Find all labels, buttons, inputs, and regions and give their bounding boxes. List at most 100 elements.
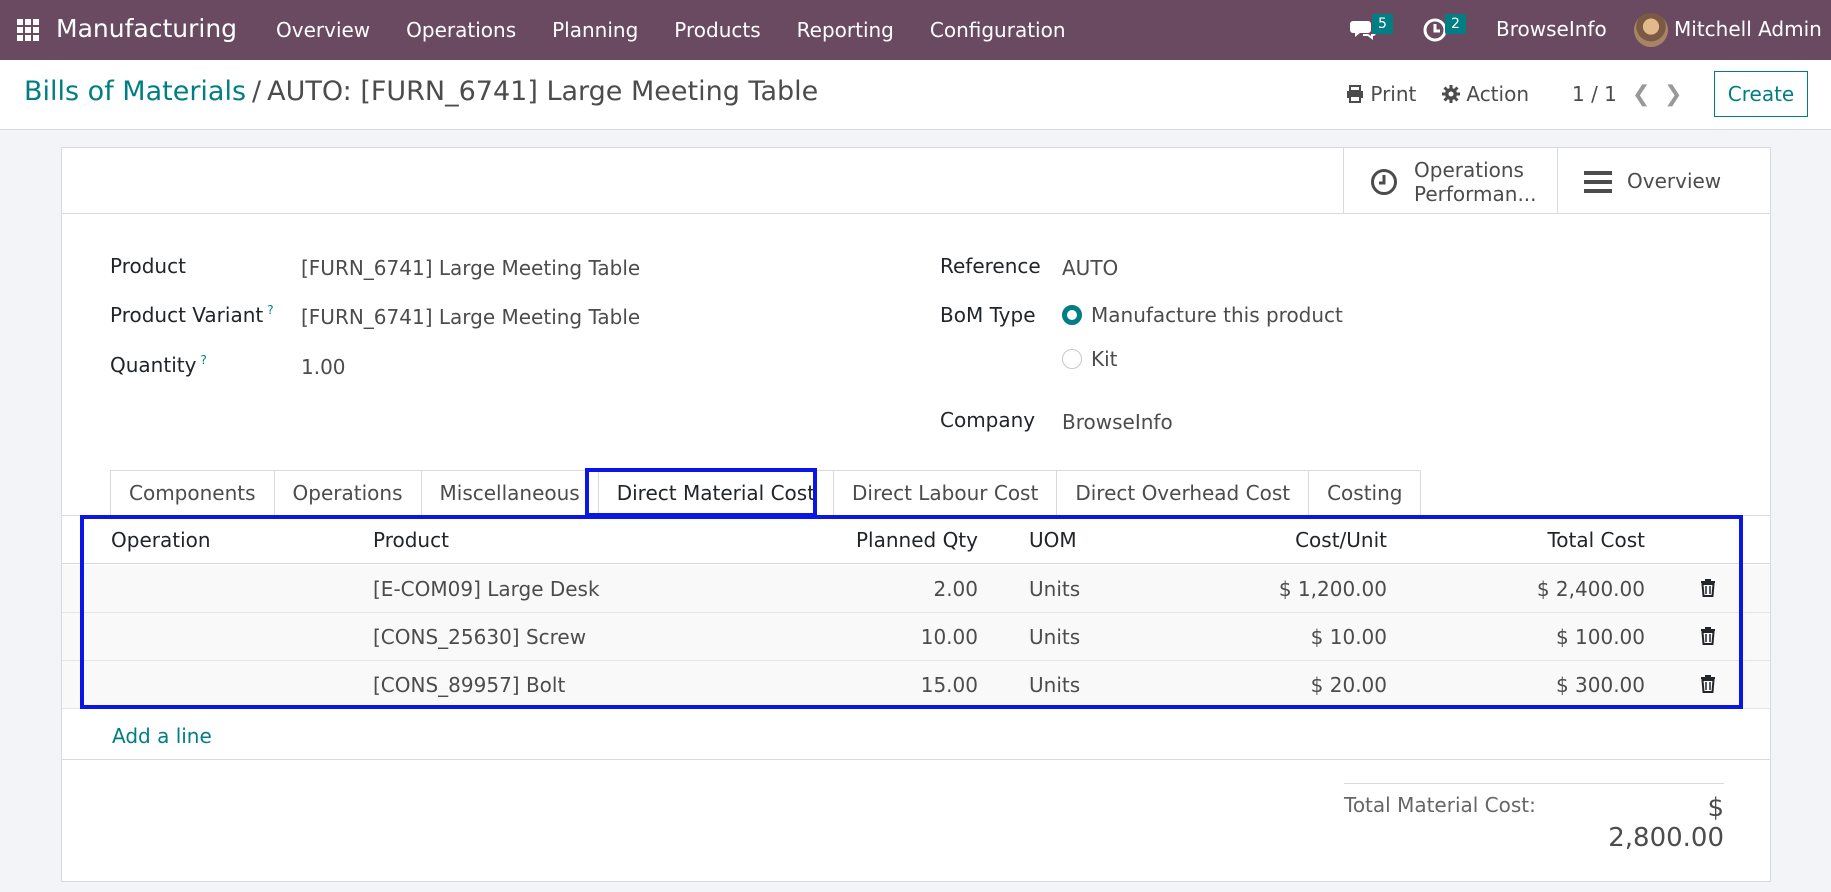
action-button[interactable]: Action xyxy=(1442,82,1529,106)
tab-costing[interactable]: Costing xyxy=(1308,470,1422,515)
product-variant-label-text: Product Variant xyxy=(110,303,264,327)
cell-product[interactable]: [CONS_25630] Screw xyxy=(373,625,586,649)
cell-total-cost[interactable]: $ 300.00 xyxy=(1462,673,1645,697)
bars-icon xyxy=(1584,171,1612,193)
operations-performance-button[interactable]: Operations Performan... xyxy=(1343,148,1557,214)
cell-planned-qty[interactable]: 15.00 xyxy=(762,673,978,697)
cell-planned-qty[interactable]: 10.00 xyxy=(762,625,978,649)
notebook-tabs: Components Operations Miscellaneous Dire… xyxy=(110,470,1422,515)
tab-miscellaneous[interactable]: Miscellaneous xyxy=(420,470,599,515)
cell-total-cost[interactable]: $ 100.00 xyxy=(1462,625,1645,649)
product-field[interactable]: [FURN_6741] Large Meeting Table xyxy=(301,256,640,280)
action-label: Action xyxy=(1466,82,1529,106)
trash-icon[interactable] xyxy=(1700,579,1716,597)
user-avatar[interactable] xyxy=(1634,13,1668,47)
reference-label: Reference xyxy=(940,254,1041,278)
total-material-cost-value: $ 2,800.00 xyxy=(1608,793,1724,853)
printer-icon xyxy=(1347,85,1363,103)
cell-uom[interactable]: Units xyxy=(1029,625,1080,649)
product-variant-label: Product Variant? xyxy=(110,303,274,327)
cell-product[interactable]: [E-COM09] Large Desk xyxy=(373,577,600,601)
bom-type-kit-radio[interactable] xyxy=(1062,349,1082,369)
company-label: Company xyxy=(940,408,1036,432)
bom-type-label: BoM Type xyxy=(940,303,1036,327)
menu-item-reporting[interactable]: Reporting xyxy=(779,0,912,60)
tab-operations[interactable]: Operations xyxy=(273,470,422,515)
company-switcher[interactable]: BrowseInfo xyxy=(1496,17,1607,41)
cell-cost-unit[interactable]: $ 20.00 xyxy=(1212,673,1387,697)
quantity-label: Quantity? xyxy=(110,353,207,377)
menu-item-overview[interactable]: Overview xyxy=(258,0,388,60)
column-header-uom[interactable]: UOM xyxy=(1029,528,1077,552)
clock-icon xyxy=(1371,169,1397,195)
company-field[interactable]: BrowseInfo xyxy=(1062,410,1173,434)
main-menu: Overview Operations Planning Products Re… xyxy=(258,0,1084,60)
quantity-help-icon[interactable]: ? xyxy=(200,353,206,367)
total-material-cost-label: Total Material Cost: xyxy=(1344,793,1536,817)
product-variant-field[interactable]: [FURN_6741] Large Meeting Table xyxy=(301,305,640,329)
cell-product[interactable]: [CONS_89957] Bolt xyxy=(373,673,565,697)
breadcrumb-separator: / xyxy=(252,76,262,107)
pager-value[interactable]: 1 / 1 xyxy=(1572,82,1617,106)
pager-previous-icon[interactable]: ❮ xyxy=(1632,82,1650,107)
print-label: Print xyxy=(1370,82,1417,106)
column-header-planned-qty[interactable]: Planned Qty xyxy=(762,528,978,552)
table-row[interactable]: [E-COM09] Large Desk 2.00 Units $ 1,200.… xyxy=(62,565,1770,613)
tab-direct-overhead-cost[interactable]: Direct Overhead Cost xyxy=(1056,470,1310,515)
bom-type-manufacture-radio[interactable] xyxy=(1062,305,1082,325)
table-bottom-divider xyxy=(62,759,1770,760)
cell-total-cost[interactable]: $ 2,400.00 xyxy=(1462,577,1645,601)
top-navbar: Manufacturing Overview Operations Planni… xyxy=(0,0,1831,60)
activity-count-badge: 2 xyxy=(1445,14,1466,34)
trash-icon[interactable] xyxy=(1700,627,1716,645)
quantity-field[interactable]: 1.00 xyxy=(301,355,346,379)
user-name[interactable]: Mitchell Admin xyxy=(1674,17,1822,41)
cell-planned-qty[interactable]: 2.00 xyxy=(762,577,978,601)
tab-components[interactable]: Components xyxy=(110,470,275,515)
trash-icon[interactable] xyxy=(1700,675,1716,693)
cell-uom[interactable]: Units xyxy=(1029,673,1080,697)
menu-item-products[interactable]: Products xyxy=(656,0,778,60)
gear-icon xyxy=(1442,85,1460,103)
menu-item-configuration[interactable]: Configuration xyxy=(912,0,1084,60)
overview-button[interactable]: Overview xyxy=(1557,148,1770,214)
menu-item-planning[interactable]: Planning xyxy=(534,0,656,60)
bom-type-manufacture-label[interactable]: Manufacture this product xyxy=(1091,303,1343,327)
breadcrumb: Bills of Materials / AUTO: [FURN_6741] Lar… xyxy=(24,76,818,107)
cell-cost-unit[interactable]: $ 1,200.00 xyxy=(1212,577,1387,601)
print-button[interactable]: Print xyxy=(1346,82,1416,106)
breadcrumb-bills-of-materials[interactable]: Bills of Materials xyxy=(24,76,246,107)
smart-button-box: Operations Performan... Overview xyxy=(62,148,1770,214)
operations-performance-label: Operations Performan... xyxy=(1414,158,1537,206)
reference-field[interactable]: AUTO xyxy=(1062,256,1118,280)
column-header-total-cost[interactable]: Total Cost xyxy=(1462,528,1645,552)
tab-direct-material-cost[interactable]: Direct Material Cost xyxy=(597,470,835,515)
table-header: Operation Product Planned Qty UOM Cost/U… xyxy=(62,516,1770,564)
product-variant-help-icon[interactable]: ? xyxy=(267,303,273,317)
cell-cost-unit[interactable]: $ 10.00 xyxy=(1212,625,1387,649)
table-row[interactable]: [CONS_25630] Screw 10.00 Units $ 10.00 $… xyxy=(62,613,1770,661)
column-header-product[interactable]: Product xyxy=(373,528,449,552)
table-row[interactable]: [CONS_89957] Bolt 15.00 Units $ 20.00 $ … xyxy=(62,661,1770,709)
create-button[interactable]: Create xyxy=(1714,71,1808,117)
add-a-line-link[interactable]: Add a line xyxy=(112,724,212,748)
pager-next-icon[interactable]: ❯ xyxy=(1664,82,1682,107)
menu-item-operations[interactable]: Operations xyxy=(388,0,534,60)
quantity-label-text: Quantity xyxy=(110,353,197,377)
operations-label-line1: Operations xyxy=(1414,158,1524,182)
operations-label-line2: Performan... xyxy=(1414,182,1537,206)
column-header-operation[interactable]: Operation xyxy=(111,528,211,552)
product-label: Product xyxy=(110,254,186,278)
app-name[interactable]: Manufacturing xyxy=(56,14,237,43)
control-panel: Bills of Materials / AUTO: [FURN_6741] Lar… xyxy=(0,60,1831,130)
chat-count-badge: 5 xyxy=(1372,14,1393,34)
column-header-cost-unit[interactable]: Cost/Unit xyxy=(1212,528,1387,552)
page-title: AUTO: [FURN_6741] Large Meeting Table xyxy=(267,76,819,107)
apps-grid-icon[interactable] xyxy=(17,19,39,41)
totals-divider xyxy=(1344,783,1724,784)
overview-label: Overview xyxy=(1627,169,1722,193)
cell-uom[interactable]: Units xyxy=(1029,577,1080,601)
form-sheet: Operations Performan... Overview Product… xyxy=(61,147,1771,882)
bom-type-kit-label[interactable]: Kit xyxy=(1091,347,1118,371)
tab-direct-labour-cost[interactable]: Direct Labour Cost xyxy=(833,470,1058,515)
